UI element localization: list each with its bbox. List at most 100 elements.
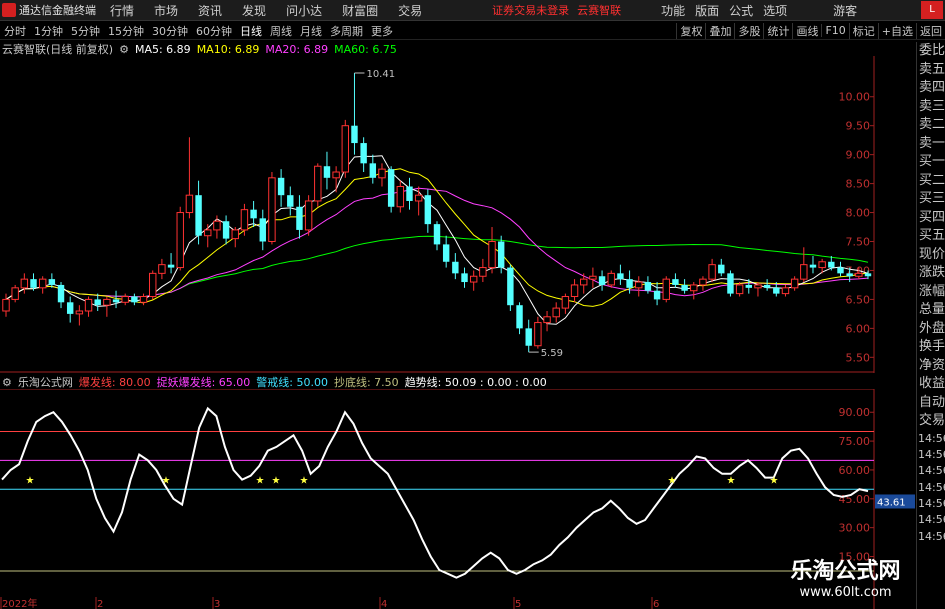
period-1min[interactable]: 1分钟: [30, 23, 67, 39]
side-panel-item[interactable]: 交易: [917, 412, 945, 431]
period-60min[interactable]: 60分钟: [192, 23, 236, 39]
candle-body: [75, 310, 84, 315]
star-signal-marker: ★: [770, 475, 779, 486]
candle-body: [176, 212, 184, 269]
candle-body: [396, 185, 405, 208]
osc-tick-label: 90.00: [839, 406, 871, 419]
candle-body: [672, 279, 679, 285]
watermark-url: www.60lt.com: [799, 585, 892, 600]
menu-options[interactable]: 选项: [763, 2, 787, 19]
login-warning[interactable]: 证券交易未登录: [492, 2, 569, 18]
guest-link[interactable]: 游客: [833, 2, 857, 19]
candle: [452, 253, 459, 280]
candle: [699, 276, 707, 291]
side-panel-item[interactable]: 买一: [917, 153, 945, 172]
title-bar: 通达信金融终端 行情 市场 资讯 发现 问小达 财富圈 交易 证券交易未登录 云…: [0, 0, 945, 21]
candle: [488, 227, 496, 274]
side-panel-item[interactable]: 卖五: [917, 61, 945, 80]
candle: [507, 264, 514, 311]
side-panel-item[interactable]: 净资: [917, 357, 945, 376]
low-price-label: 5.59: [541, 348, 563, 359]
toolbar-multi-stock[interactable]: 多股: [734, 22, 763, 39]
toolbar-adjust[interactable]: 复权: [676, 22, 705, 39]
side-panel-item[interactable]: 卖四: [917, 79, 945, 98]
candle-body: [250, 209, 257, 219]
side-panel-item[interactable]: 外盘: [917, 320, 945, 339]
side-panel-item[interactable]: 委比: [917, 42, 945, 61]
menu-market[interactable]: 市场: [154, 2, 178, 19]
candle: [94, 293, 101, 311]
star-signal-marker: ★: [26, 475, 35, 486]
menu-quotes[interactable]: 行情: [110, 2, 134, 19]
toolbar-f10[interactable]: F10: [821, 24, 848, 37]
menu-formula[interactable]: 公式: [729, 2, 753, 19]
settings-icon[interactable]: ⚙: [2, 376, 12, 389]
period-15min[interactable]: 15分钟: [104, 23, 148, 39]
candle-body: [754, 284, 762, 289]
side-panel-item[interactable]: 买五: [917, 227, 945, 246]
candle-body: [11, 287, 19, 300]
menu-ask[interactable]: 问小达: [286, 2, 322, 19]
toolbar-back[interactable]: 返回: [916, 22, 945, 39]
period-daily[interactable]: 日线: [236, 23, 266, 39]
legend-ma10: MA10: 6.89: [196, 42, 260, 56]
period-weekly[interactable]: 周线: [266, 23, 296, 39]
period-monthly[interactable]: 月线: [296, 23, 326, 39]
candle: [167, 253, 175, 274]
side-panel-item[interactable]: 买三: [917, 190, 945, 209]
side-panel-item[interactable]: 卖二: [917, 116, 945, 135]
side-panel-item[interactable]: 涨跌: [917, 264, 945, 283]
toolbar-mark[interactable]: 标记: [848, 22, 878, 39]
candle-body: [433, 224, 441, 245]
menu-wealth[interactable]: 财富圈: [342, 2, 378, 19]
candle: [149, 270, 157, 300]
candle: [763, 279, 771, 291]
star-signal-marker: ★: [300, 475, 309, 486]
side-panel-item[interactable]: 自动: [917, 394, 945, 413]
candlestick-chart[interactable]: 5.506.006.507.007.508.008.509.009.5010.0…: [0, 56, 916, 373]
period-multi[interactable]: 多周期: [326, 23, 367, 39]
price-tick-label: 6.00: [846, 322, 871, 335]
candle: [580, 273, 588, 294]
trade-time: 14:56: [918, 480, 945, 494]
menu-discover[interactable]: 发现: [242, 2, 266, 19]
stock-name: 云赛智联: [577, 4, 622, 17]
candle-body: [304, 200, 313, 231]
period-30min[interactable]: 30分钟: [148, 23, 192, 39]
side-panel-item[interactable]: 总量: [917, 301, 945, 320]
menu-layout[interactable]: 版面: [695, 2, 719, 19]
menu-function[interactable]: 功能: [661, 2, 685, 19]
side-panel-item[interactable]: 卖三: [917, 98, 945, 117]
candle-body: [626, 279, 633, 288]
side-panel-item[interactable]: 买四: [917, 209, 945, 228]
star-signal-marker: ★: [272, 475, 281, 486]
candle: [38, 276, 47, 294]
side-panel-item[interactable]: 换手: [917, 338, 945, 357]
settings-icon[interactable]: ⚙: [119, 43, 129, 56]
toolbar-add-watch[interactable]: +自选: [877, 22, 916, 39]
toolbar-overlay[interactable]: 叠加: [705, 22, 734, 39]
side-panel-item[interactable]: 卖一: [917, 135, 945, 154]
side-panel-item[interactable]: 涨幅: [917, 283, 945, 302]
candle: [406, 177, 413, 210]
menu-news[interactable]: 资讯: [198, 2, 222, 19]
candle-body: [497, 241, 505, 268]
price-tick-label: 8.50: [846, 178, 871, 191]
side-panel-item[interactable]: 收益: [917, 375, 945, 394]
menu-trade[interactable]: 交易: [398, 2, 422, 19]
period-more[interactable]: 更多: [367, 23, 397, 39]
candle: [66, 296, 74, 323]
period-5min[interactable]: 5分钟: [67, 23, 104, 39]
price-tick-label: 8.00: [846, 207, 871, 220]
toolbar-draw[interactable]: 画线: [792, 22, 821, 39]
toolbar-stats[interactable]: 统计: [763, 22, 792, 39]
period-timeshare[interactable]: 分时: [0, 23, 30, 39]
side-panel-item[interactable]: 现价: [917, 246, 945, 265]
candle: [681, 279, 688, 294]
side-panel-item[interactable]: 买二: [917, 172, 945, 191]
candle-body: [653, 290, 661, 300]
candle: [552, 302, 560, 323]
candle: [469, 270, 478, 291]
legend-ma5: MA5: 6.89: [134, 42, 191, 56]
candle-body: [598, 276, 606, 285]
